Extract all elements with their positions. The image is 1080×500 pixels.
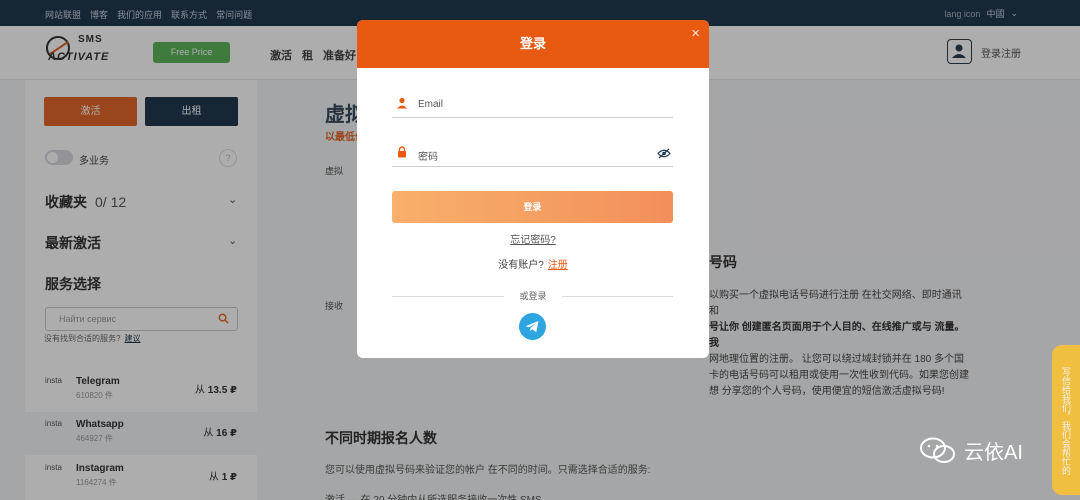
login-button[interactable]: 登录 (392, 191, 673, 223)
register-link[interactable]: 注册 (548, 260, 568, 271)
no-account-text: 没有账户? 注册 (357, 256, 709, 271)
telegram-icon (525, 321, 539, 333)
lock-icon (398, 146, 406, 158)
password-field[interactable]: 密码 (392, 141, 673, 167)
user-icon (397, 97, 407, 109)
divider (562, 296, 673, 297)
watermark: 云依AI (920, 436, 1023, 465)
wechat-icon (920, 437, 955, 463)
chat-side-tab[interactable]: 写信给我们，我们会帮忙的 (1052, 345, 1080, 495)
close-icon[interactable]: × (691, 26, 700, 42)
chat-side-tab-label: 写信给我们，我们会帮忙的 (1061, 367, 1071, 475)
password-label: 密码 (418, 152, 438, 163)
eye-off-icon[interactable] (657, 148, 671, 159)
email-field[interactable]: Email (392, 92, 673, 118)
telegram-login-button[interactable] (519, 313, 546, 340)
watermark-label: 云依AI (964, 442, 1023, 464)
no-account-label: 没有账户? (498, 260, 544, 271)
email-label: Email (418, 99, 444, 110)
login-modal: 登录 × Email 密码 登录 忘记密码? 没有账户? 注册 或登录 (357, 20, 709, 358)
modal-title: 登录 (357, 20, 709, 68)
forgot-password-link[interactable]: 忘记密码? (357, 231, 709, 246)
